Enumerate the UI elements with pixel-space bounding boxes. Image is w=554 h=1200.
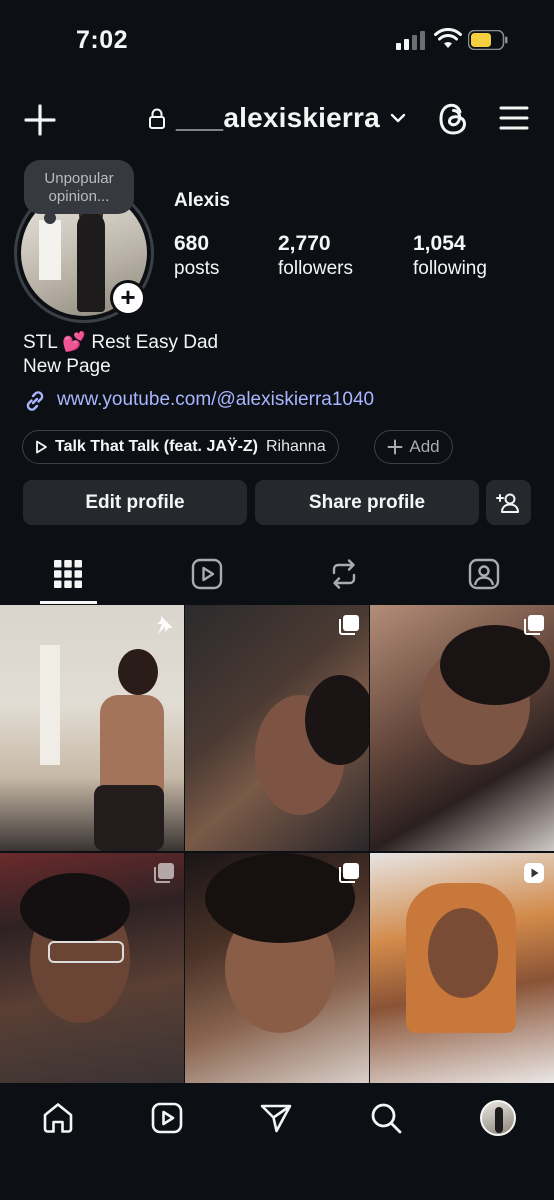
nav-home[interactable] bbox=[38, 1098, 78, 1138]
profile-music-pill[interactable]: Talk That Talk (feat. JAŸ-Z) Rihanna bbox=[22, 430, 339, 464]
nav-profile[interactable] bbox=[478, 1098, 518, 1138]
add-label: Add bbox=[409, 437, 440, 456]
profile-avatar bbox=[480, 1100, 516, 1136]
share-profile-button[interactable]: Share profile bbox=[255, 480, 479, 525]
posts-grid bbox=[0, 605, 554, 1083]
following-label[interactable]: following bbox=[413, 258, 487, 280]
music-song-title: Talk That Talk (feat. JAŸ-Z) bbox=[55, 438, 258, 455]
active-tab-indicator bbox=[40, 601, 97, 604]
tab-reels[interactable] bbox=[187, 554, 227, 594]
carousel-icon bbox=[339, 863, 359, 883]
display-name: Alexis bbox=[174, 190, 230, 211]
edit-profile-button[interactable]: Edit profile bbox=[23, 480, 247, 525]
repost-icon bbox=[332, 559, 356, 589]
carousel-icon bbox=[524, 615, 544, 635]
grid-icon bbox=[54, 560, 82, 588]
tab-posts-grid[interactable] bbox=[48, 554, 88, 594]
post-thumbnail[interactable] bbox=[185, 605, 369, 851]
pin-icon bbox=[157, 616, 173, 634]
followers-label[interactable]: followers bbox=[278, 258, 353, 280]
status-time: 7:02 bbox=[76, 26, 129, 54]
create-plus-icon[interactable] bbox=[22, 102, 58, 138]
tagged-icon bbox=[468, 558, 500, 590]
bio-line: New Page bbox=[23, 356, 111, 377]
profile-username[interactable]: ___alexiskierra bbox=[176, 102, 380, 134]
reels-icon bbox=[191, 558, 223, 590]
cellular-signal-icon bbox=[396, 31, 425, 50]
post-thumbnail[interactable] bbox=[185, 853, 369, 1083]
post-thumbnail[interactable] bbox=[370, 853, 554, 1083]
posts-count[interactable]: 680 bbox=[174, 232, 209, 256]
posts-label[interactable]: posts bbox=[174, 258, 219, 280]
link-icon bbox=[26, 391, 44, 411]
discover-people-button[interactable] bbox=[486, 480, 531, 525]
followers-count[interactable]: 2,770 bbox=[278, 232, 331, 256]
music-artist: Rihanna bbox=[266, 438, 326, 455]
profile-note[interactable]: Unpopular opinion... bbox=[24, 160, 134, 214]
post-thumbnail[interactable] bbox=[0, 853, 184, 1083]
add-person-icon bbox=[495, 493, 519, 513]
play-icon bbox=[36, 440, 47, 454]
tab-tagged[interactable] bbox=[464, 554, 504, 594]
wifi-icon bbox=[434, 28, 462, 48]
reel-icon bbox=[524, 863, 544, 883]
menu-icon[interactable] bbox=[498, 104, 530, 132]
send-icon bbox=[260, 1104, 292, 1133]
reels-icon bbox=[151, 1102, 183, 1134]
threads-icon[interactable] bbox=[436, 100, 470, 138]
profile-link[interactable]: www.youtube.com/@alexiskierra1040 bbox=[57, 389, 374, 411]
lock-icon bbox=[149, 108, 165, 129]
nav-messages[interactable] bbox=[256, 1098, 296, 1138]
plus-icon bbox=[387, 439, 403, 455]
post-thumbnail[interactable] bbox=[0, 605, 184, 851]
nav-search[interactable] bbox=[366, 1098, 406, 1138]
plus-icon: + bbox=[113, 283, 143, 313]
nav-reels[interactable] bbox=[147, 1098, 187, 1138]
search-icon bbox=[371, 1103, 402, 1134]
tab-reposts[interactable] bbox=[324, 554, 364, 594]
carousel-icon bbox=[154, 863, 174, 883]
carousel-icon bbox=[339, 615, 359, 635]
bio-line: STL 💕 Rest Easy Dad bbox=[23, 332, 219, 353]
battery-icon bbox=[468, 30, 508, 50]
add-button[interactable]: Add bbox=[374, 430, 453, 464]
home-icon bbox=[43, 1103, 73, 1133]
chevron-down-icon[interactable] bbox=[390, 112, 406, 124]
following-count[interactable]: 1,054 bbox=[413, 232, 466, 256]
add-story-button[interactable]: + bbox=[110, 280, 146, 316]
post-thumbnail[interactable] bbox=[370, 605, 554, 851]
